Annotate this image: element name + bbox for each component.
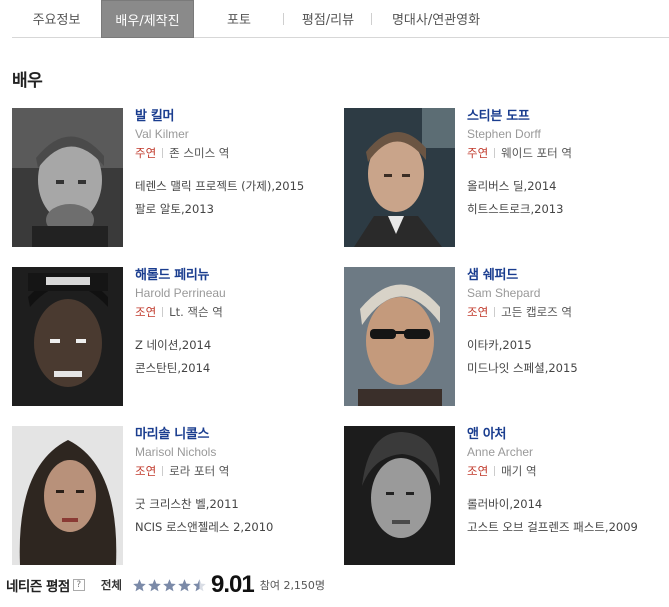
actor-role: 조연 로라 포터 역: [135, 462, 342, 481]
actor-name-link[interactable]: 앤 아처: [467, 426, 669, 443]
actor-photo[interactable]: [12, 426, 123, 565]
netizen-rating: 네티즌 평점 ? 전체 9.01 참여 2,150명: [6, 571, 326, 598]
role-character: 웨이드 포터 역: [501, 146, 572, 160]
tab-main-info[interactable]: 주요정보: [12, 0, 101, 37]
tab-label: 평점/리뷰: [301, 13, 355, 28]
role-divider: [162, 148, 164, 158]
tab-rating-review[interactable]: 평점/리뷰: [284, 0, 372, 37]
rating-score: 9.01: [210, 571, 255, 598]
tab-bar: 주요정보 배우/제작진 포토 평점/리뷰 명대사/연관영화: [12, 0, 669, 38]
role-divider: [162, 466, 164, 476]
filmography-item[interactable]: 고스트 오브 걸프렌즈 패스트,2009: [467, 516, 669, 539]
tab-label: 포토: [227, 13, 251, 28]
actor-card: 마리솔 니콜스 Marisol Nichols 조연 로라 포터 역 굿 크리스찬…: [12, 426, 342, 566]
filmography-item[interactable]: 팔로 알토,2013: [135, 198, 342, 221]
filmography-item[interactable]: 이타카,2015: [467, 334, 669, 357]
tab-label: 배우/제작진: [115, 13, 180, 29]
actor-name-link[interactable]: 마리솔 니콜스: [135, 426, 342, 443]
actor-photo[interactable]: [344, 108, 455, 247]
role-type: 조연: [467, 464, 489, 478]
role-type: 주연: [467, 146, 489, 160]
actor-role: 조연 고든 캡로즈 역: [467, 303, 669, 322]
actor-card: 해롤드 페리뉴 Harold Perrineau 조연 Lt. 잭슨 역 Z 네이…: [12, 267, 342, 407]
role-type: 조연: [135, 305, 157, 319]
actor-name-link[interactable]: 해롤드 페리뉴: [135, 267, 342, 284]
filmography-item[interactable]: 올리버스 딜,2014: [467, 175, 669, 198]
filmography-item[interactable]: 롤러바이,2014: [467, 493, 669, 516]
actor-photo[interactable]: [344, 267, 455, 406]
star-icon: [133, 578, 146, 591]
role-divider: [494, 307, 496, 317]
actor-card: 샘 쉐퍼드 Sam Shepard 조연 고든 캡로즈 역 이타카,2015 미드…: [344, 267, 669, 407]
filmography-item[interactable]: Z 네이션,2014: [135, 334, 342, 357]
role-character: 존 스미스 역: [169, 146, 230, 160]
actor-english-name: Stephen Dorff: [467, 127, 541, 141]
actor-photo[interactable]: [12, 267, 123, 406]
tab-photo[interactable]: 포토: [194, 0, 284, 37]
filmography-item[interactable]: 히트스트로크,2013: [467, 198, 669, 221]
role-character: 고든 캡로즈 역: [501, 305, 572, 319]
tab-cast-crew[interactable]: 배우/제작진: [101, 0, 194, 38]
role-character: Lt. 잭슨 역: [169, 305, 223, 319]
actor-photo[interactable]: [344, 426, 455, 565]
actor-english-name: Harold Perrineau: [135, 286, 226, 300]
actor-english-name: Anne Archer: [467, 445, 534, 459]
role-divider: [494, 148, 496, 158]
role-type: 주연: [135, 146, 157, 160]
filmography-item[interactable]: 테렌스 맬릭 프로젝트 (가제),2015: [135, 175, 342, 198]
help-icon[interactable]: ?: [72, 579, 85, 591]
tab-quotes-related[interactable]: 명대사/연관영화: [372, 0, 500, 37]
actor-name-link[interactable]: 발 킬머: [135, 108, 342, 125]
actor-photo[interactable]: [12, 108, 123, 247]
actor-english-name: Val Kilmer: [135, 127, 189, 141]
actor-role: 조연 매기 역: [467, 462, 669, 481]
filmography-item[interactable]: NCIS 로스앤젤레스 2,2010: [135, 516, 342, 539]
role-divider: [162, 307, 164, 317]
actor-role: 주연 존 스미스 역: [135, 144, 342, 163]
rating-title: 네티즌 평점: [6, 579, 70, 595]
role-type: 조연: [467, 305, 489, 319]
section-title: 배우: [12, 71, 43, 91]
rating-count: 참여 2,150명: [259, 579, 326, 592]
star-icon: [163, 578, 176, 591]
filmography-item[interactable]: 굿 크리스찬 벨,2011: [135, 493, 342, 516]
tab-label: 주요정보: [32, 13, 81, 28]
rating-scope: 전체: [100, 578, 122, 592]
actor-english-name: Marisol Nichols: [135, 445, 217, 459]
role-character: 매기 역: [501, 464, 537, 478]
tab-label: 명대사/연관영화: [391, 13, 481, 28]
star-icon: [193, 578, 206, 591]
role-divider: [494, 466, 496, 476]
actor-name-link[interactable]: 샘 쉐퍼드: [467, 267, 669, 284]
filmography-item[interactable]: 콘스탄틴,2014: [135, 357, 342, 380]
star-rating: [132, 578, 207, 593]
actor-name-link[interactable]: 스티븐 도프: [467, 108, 669, 125]
star-icon: [148, 578, 161, 591]
actor-role: 조연 Lt. 잭슨 역: [135, 303, 342, 322]
actor-card: 앤 아처 Anne Archer 조연 매기 역 롤러바이,2014 고스트 오브…: [344, 426, 669, 566]
role-character: 로라 포터 역: [169, 464, 230, 478]
filmography-item[interactable]: 미드나잇 스페셜,2015: [467, 357, 669, 380]
star-icon: [178, 578, 191, 591]
actor-english-name: Sam Shepard: [467, 286, 541, 300]
actor-card: 발 킬머 Val Kilmer 주연 존 스미스 역 테렌스 맬릭 프로젝트 (가…: [12, 108, 342, 248]
actor-card: 스티븐 도프 Stephen Dorff 주연 웨이드 포터 역 올리버스 딜,2…: [344, 108, 669, 248]
actor-role: 주연 웨이드 포터 역: [467, 144, 669, 163]
role-type: 조연: [135, 464, 157, 478]
